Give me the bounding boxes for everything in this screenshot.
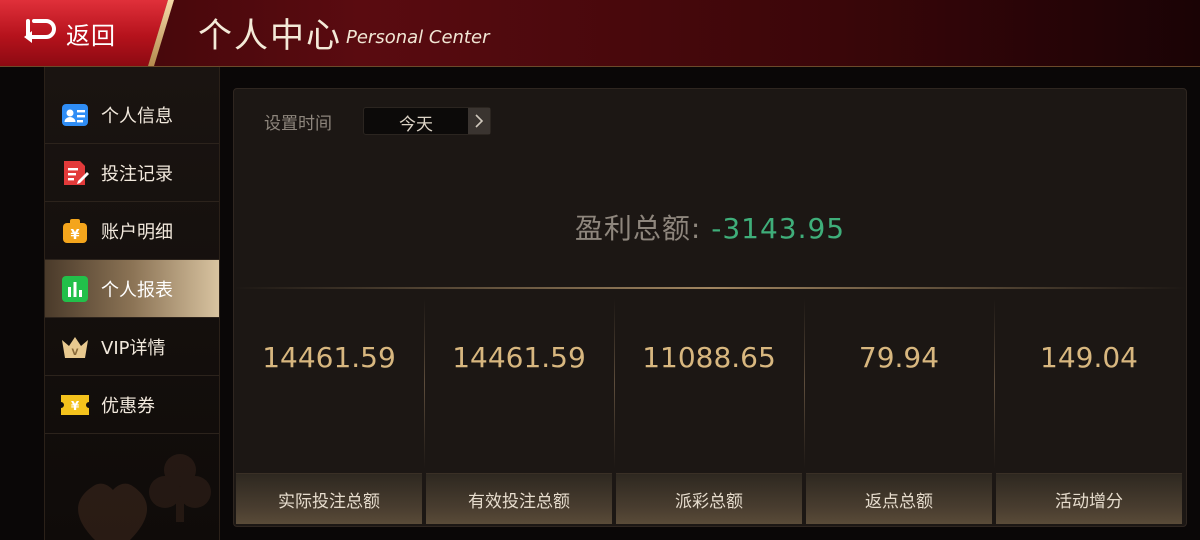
stat-value: 14461.59 <box>262 341 396 374</box>
back-label: 返回 <box>66 21 116 50</box>
time-range-value: 今天 <box>399 115 433 135</box>
stat-rebate: 79.94 返点总额 <box>804 289 994 526</box>
sidebar-item-label: VIP详情 <box>101 337 166 359</box>
stat-label-button[interactable]: 实际投注总额 <box>236 473 422 524</box>
stat-value: 79.94 <box>858 341 940 374</box>
sidebar: 个人信息 投注记录 ¥ 账户明细 个人报表 V VIP详情 ¥ 优惠券 <box>44 67 220 540</box>
chevron-right-icon[interactable] <box>468 108 490 134</box>
sidebar-item-account-detail[interactable]: ¥ 账户明细 <box>45 202 219 260</box>
id-card-icon <box>60 100 90 130</box>
sidebar-item-label: 个人信息 <box>101 105 173 127</box>
stat-payout: 11088.65 派彩总额 <box>614 289 804 526</box>
sidebar-item-label: 个人报表 <box>101 279 173 301</box>
sidebar-item-label: 投注记录 <box>101 163 173 185</box>
time-range-select[interactable]: 今天 <box>363 107 491 135</box>
sidebar-item-label: 优惠券 <box>101 395 155 417</box>
sidebar-item-personal-report[interactable]: 个人报表 <box>45 260 219 318</box>
profit-label: 盈利总额: <box>574 212 702 245</box>
back-button[interactable]: 返回 <box>0 0 168 66</box>
sidebar-item-bet-record[interactable]: 投注记录 <box>45 144 219 202</box>
yen-bag-icon: ¥ <box>60 216 90 246</box>
poker-suits-decoration-icon <box>78 454 211 540</box>
profit-value: -3143.95 <box>711 212 846 245</box>
report-panel: 设置时间 今天 盈利总额: -3143.95 14461.59 实际投注总额 1… <box>233 88 1187 527</box>
back-arrow-icon <box>24 19 56 43</box>
stat-label-button[interactable]: 派彩总额 <box>616 473 802 524</box>
sidebar-item-personal-info[interactable]: 个人信息 <box>45 86 219 144</box>
vip-crown-icon: V <box>60 332 90 362</box>
top-header: 返回 个人中心 Personal Center <box>0 0 1200 67</box>
sidebar-item-vip[interactable]: V VIP详情 <box>45 318 219 376</box>
page-title: 个人中心 <box>198 16 342 56</box>
stat-label-button[interactable]: 有效投注总额 <box>426 473 612 524</box>
page-subtitle: Personal Center <box>346 27 490 48</box>
svg-text:¥: ¥ <box>70 228 79 243</box>
sidebar-item-label: 账户明细 <box>101 221 173 243</box>
stat-value: 149.04 <box>1040 341 1138 374</box>
stat-value: 14461.59 <box>452 341 586 374</box>
stat-value: 11088.65 <box>642 341 776 374</box>
svg-text:¥: ¥ <box>71 399 80 413</box>
stat-valid-bet: 14461.59 有效投注总额 <box>424 289 614 526</box>
time-filter-label: 设置时间 <box>264 114 332 134</box>
stat-activity-bonus: 149.04 活动增分 <box>994 289 1184 526</box>
coupon-icon: ¥ <box>60 390 90 420</box>
profit-summary: 盈利总额: -3143.95 <box>234 207 1186 247</box>
stat-actual-bet: 14461.59 实际投注总额 <box>234 289 424 526</box>
stat-label-button[interactable]: 活动增分 <box>996 473 1182 524</box>
bar-chart-icon <box>60 274 90 304</box>
stats-row: 14461.59 实际投注总额 14461.59 有效投注总额 11088.65… <box>234 289 1186 526</box>
stat-label-button[interactable]: 返点总额 <box>806 473 992 524</box>
bet-record-icon <box>60 158 90 188</box>
sidebar-item-coupon[interactable]: ¥ 优惠券 <box>45 376 219 434</box>
svg-text:V: V <box>72 348 79 358</box>
